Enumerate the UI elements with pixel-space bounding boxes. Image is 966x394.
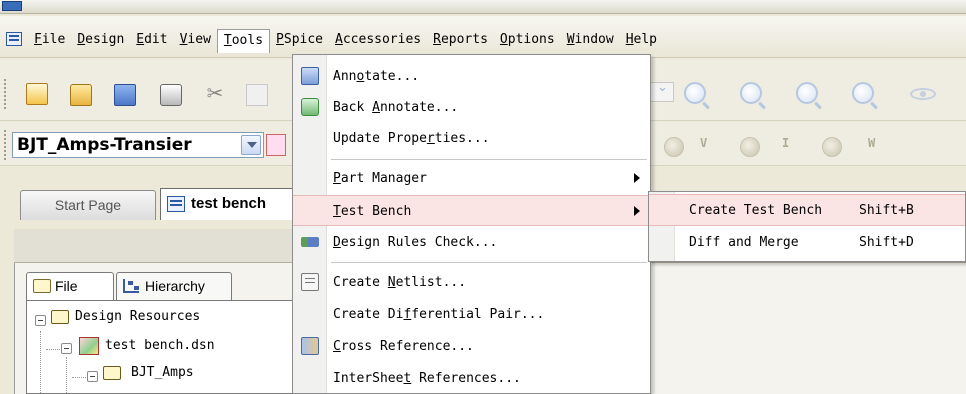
print-icon[interactable]: [160, 84, 182, 106]
menu-reports[interactable]: Reports: [427, 29, 494, 51]
toolbar-grip-2[interactable]: [4, 130, 8, 160]
design-select[interactable]: BJT_Amps-Transier: [12, 132, 264, 158]
test-bench-submenu: Create Test Bench Shift+B Diff and Merge…: [648, 191, 966, 262]
copy-icon[interactable]: [246, 84, 268, 106]
voltage-diff-marker[interactable]: V: [700, 136, 707, 150]
tab-test-bench[interactable]: test bench: [160, 188, 300, 220]
open-folder-icon[interactable]: [70, 84, 92, 106]
tab-start-page[interactable]: Start Page: [20, 190, 156, 220]
tree-node-bjt-amps[interactable]: BJT_Amps: [27, 365, 295, 385]
zoom-combo-dropdown[interactable]: [650, 80, 674, 102]
menu-view[interactable]: View: [174, 29, 217, 51]
project-tree: Design Resources test bench.dsn BJT_Amps: [26, 300, 296, 394]
menu-items: File Design Edit View Tools PSpice Acces…: [28, 29, 663, 53]
menu-item-update-properties[interactable]: Update Properties...: [293, 123, 650, 154]
menu-bar: File Design Edit View Tools PSpice Acces…: [0, 16, 966, 58]
menu-item-part-manager[interactable]: Part Manager: [293, 163, 650, 194]
power-diff-marker[interactable]: W: [868, 136, 875, 150]
current-marker-icon[interactable]: [740, 137, 760, 157]
submenu-arrow-icon: [634, 173, 640, 183]
menu-file[interactable]: File: [28, 29, 71, 51]
voltage-marker-icon[interactable]: [664, 137, 684, 157]
tools-menu-dropdown: Annotate... Back Annotate... Update Prop…: [292, 54, 651, 394]
menu-item-create-test-bench[interactable]: Create Test Bench Shift+B: [649, 194, 965, 226]
schematic-page-icon: [167, 196, 185, 212]
new-file-icon[interactable]: [26, 83, 48, 105]
waveform-icon[interactable]: [266, 134, 286, 156]
menu-item-design-rules-check[interactable]: Design Rules Check...: [293, 227, 650, 258]
tree-node-design-resources[interactable]: Design Resources: [27, 309, 295, 329]
menu-tools[interactable]: Tools: [216, 29, 271, 53]
menu-item-annotate[interactable]: Annotate...: [293, 61, 650, 92]
menu-design[interactable]: Design: [71, 29, 130, 51]
title-bar: [0, 0, 966, 14]
cut-icon[interactable]: ✂: [204, 82, 226, 104]
current-diff-marker[interactable]: I: [782, 136, 789, 150]
zoom-all-icon[interactable]: [852, 82, 874, 104]
menu-item-diff-and-merge[interactable]: Diff and Merge Shift+D: [649, 227, 965, 259]
menu-item-cross-reference[interactable]: Cross Reference...: [293, 331, 650, 362]
menu-accessories[interactable]: Accessories: [329, 29, 427, 51]
menu-item-back-annotate[interactable]: Back Annotate...: [293, 92, 650, 123]
folder-icon: [51, 310, 69, 324]
tree-node-dsn[interactable]: test bench.dsn: [27, 337, 295, 359]
toolbar-grip[interactable]: [4, 79, 8, 109]
menu-help[interactable]: Help: [620, 29, 663, 51]
app-icon: [2, 1, 22, 11]
annotate-icon: [301, 67, 319, 85]
menu-item-create-differential-pair[interactable]: Create Differential Pair...: [293, 299, 650, 330]
schematic-folder-icon: [103, 366, 121, 380]
zoom-out-icon[interactable]: [740, 82, 762, 104]
hierarchy-icon: [123, 279, 139, 293]
collapse-icon[interactable]: [61, 343, 72, 354]
menu-window[interactable]: Window: [561, 29, 620, 51]
menu-item-intersheet-references[interactable]: InterSheet References...: [293, 363, 650, 393]
save-icon[interactable]: [114, 84, 136, 106]
collapse-icon[interactable]: [87, 371, 98, 382]
chevron-down-icon[interactable]: [241, 135, 261, 155]
folder-icon: [33, 279, 51, 293]
visibility-icon[interactable]: [910, 88, 936, 100]
menu-pspice[interactable]: PSpice: [270, 29, 329, 51]
menu-edit[interactable]: Edit: [130, 29, 173, 51]
menu-options[interactable]: Options: [494, 29, 561, 51]
zoom-in-icon[interactable]: [684, 82, 706, 104]
power-marker-icon[interactable]: [822, 137, 842, 157]
menu-item-create-netlist[interactable]: Create Netlist...: [293, 267, 650, 298]
design-file-icon: [79, 337, 99, 355]
tab-file[interactable]: File: [26, 272, 114, 300]
netlist-icon: [301, 273, 319, 291]
back-annotate-icon: [301, 98, 319, 116]
menu-separator: [331, 262, 647, 263]
menu-item-test-bench[interactable]: Test Bench: [293, 195, 650, 226]
tab-hierarchy[interactable]: Hierarchy: [116, 272, 232, 300]
cross-reference-icon: [301, 337, 319, 355]
design-rules-check-icon: [301, 237, 319, 247]
zoom-area-icon[interactable]: [796, 82, 818, 104]
collapse-icon[interactable]: [35, 315, 46, 326]
menu-separator: [331, 159, 647, 160]
submenu-arrow-icon: [634, 206, 640, 216]
window-menu-icon[interactable]: [6, 32, 22, 46]
